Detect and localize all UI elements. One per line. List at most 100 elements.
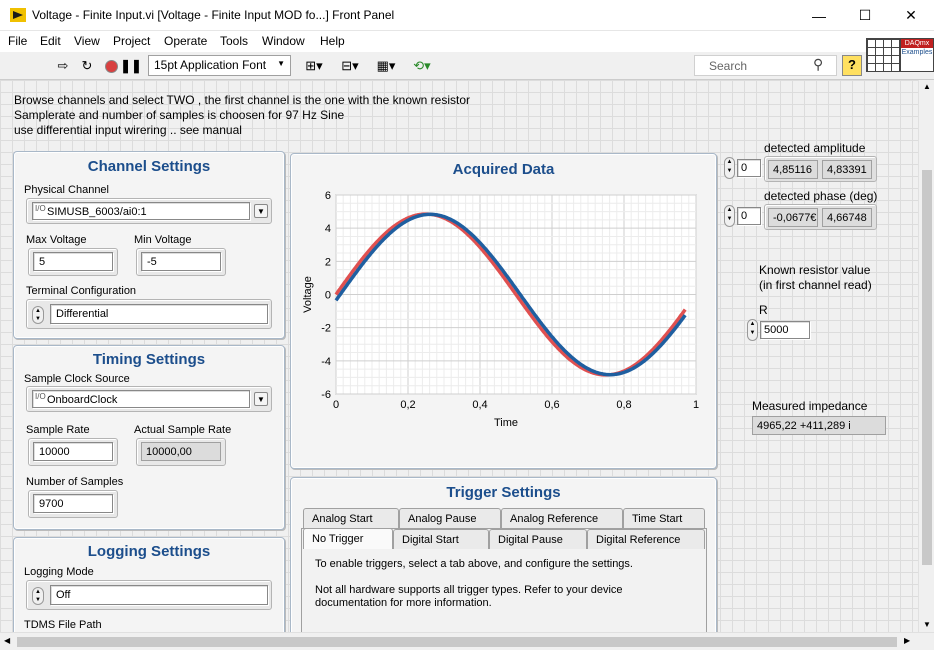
timing-settings-title: Timing Settings: [92, 351, 206, 368]
sample-rate-label: Sample Rate: [26, 424, 90, 436]
number-of-samples-label: Number of Samples: [26, 476, 124, 488]
y-tick-label: -6: [321, 389, 331, 401]
measured-impedance-label: Measured impedance: [752, 399, 868, 413]
scroll-right-icon[interactable]: ▶: [904, 636, 910, 645]
y-tick-label: -2: [321, 323, 331, 335]
menu-view[interactable]: View: [74, 34, 100, 48]
menu-edit[interactable]: Edit: [40, 34, 61, 48]
tab-no-trigger[interactable]: No Trigger: [303, 528, 393, 549]
sample-rate-input[interactable]: 10000: [33, 442, 113, 461]
resistor-r-label: R: [759, 303, 768, 317]
resize-objects-icon[interactable]: ▦▾: [372, 57, 400, 75]
vi-icon[interactable]: DAQmx Examples: [900, 38, 934, 72]
menu-help[interactable]: Help: [320, 34, 345, 48]
y-tick-label: 6: [325, 190, 331, 202]
logging-mode-stepper-icon[interactable]: ▲ ▼: [32, 587, 44, 605]
y-tick-label: 4: [325, 223, 331, 235]
connector-pane-icon[interactable]: [866, 38, 900, 72]
maximize-button[interactable]: ☐: [842, 0, 888, 31]
clock-source-input[interactable]: OnboardClock: [32, 390, 250, 408]
chart-svg: 6420-2-4-60 0,2 0,4 0,6 0,8 1TimeVoltage: [302, 190, 699, 429]
close-button[interactable]: ✕: [888, 0, 934, 31]
distribute-objects-icon[interactable]: ⊟▾: [336, 57, 364, 75]
tab-analog-pause[interactable]: Analog Pause: [399, 508, 501, 528]
horizontal-scroll-thumb[interactable]: [17, 637, 897, 647]
minimize-button[interactable]: —: [796, 0, 842, 31]
font-selector-value: 15pt Application Font: [154, 58, 267, 72]
clock-source-dropdown-icon[interactable]: ▼: [254, 392, 268, 406]
horizontal-scrollbar[interactable]: ◀ ▶: [0, 632, 934, 650]
menu-window[interactable]: Window: [262, 34, 305, 48]
font-selector[interactable]: 15pt Application Font ▼: [148, 55, 291, 76]
scroll-left-icon[interactable]: ◀: [4, 636, 10, 645]
reorder-icon[interactable]: ⟲▾: [408, 57, 436, 75]
min-voltage-input[interactable]: -5: [141, 252, 221, 271]
terminal-config-label: Terminal Configuration: [26, 285, 137, 297]
y-tick-label: -4: [321, 356, 331, 368]
amplitude-index-input[interactable]: 0: [737, 159, 761, 177]
pause-icon[interactable]: ❚❚: [120, 57, 142, 75]
logging-mode-select[interactable]: Off: [50, 585, 268, 605]
x-tick-label: 1: [693, 399, 699, 411]
align-objects-icon[interactable]: ⊞▾: [300, 57, 328, 75]
toolbar: ⇨ ↻ ❚❚ 15pt Application Font ▼ ⊞▾ ⊟▾ ▦▾ …: [0, 38, 934, 80]
phase-value-0: -0,0677€: [768, 208, 818, 227]
tab-digital-pause[interactable]: Digital Pause: [489, 529, 587, 549]
amplitude-value-1: 4,83391: [822, 160, 872, 179]
dropdown-arrow-icon: ▼: [277, 59, 285, 68]
channel-settings-title: Channel Settings: [87, 158, 211, 175]
scroll-up-icon[interactable]: ▲: [923, 82, 931, 91]
menu-tools[interactable]: Tools: [220, 34, 248, 48]
x-tick-label: 0,8: [616, 399, 631, 411]
terminal-config-select[interactable]: Differential: [50, 304, 268, 324]
y-tick-label: 2: [325, 256, 331, 268]
menu-project[interactable]: Project: [113, 34, 150, 48]
run-continuously-icon[interactable]: ↻: [78, 57, 96, 75]
resistor-value-input[interactable]: 5000: [760, 321, 810, 339]
vertical-scrollbar[interactable]: ▲ ▼: [918, 80, 934, 632]
search-icon[interactable]: ⚲: [813, 56, 823, 73]
x-tick-label: 0,6: [544, 399, 559, 411]
trigger-settings-title: Trigger Settings: [446, 484, 561, 501]
resistor-stepper-icon[interactable]: ▲ ▼: [747, 319, 758, 341]
timing-settings-cluster: Timing Settings Sample Clock Source Onbo…: [13, 345, 285, 530]
physical-channel-input[interactable]: SIMUSB_6003/ai0:1: [32, 202, 250, 220]
run-arrow-icon[interactable]: ⇨: [54, 57, 72, 75]
title-bar: Voltage - Finite Input.vi [Voltage - Fin…: [0, 0, 934, 31]
abort-icon[interactable]: [102, 57, 120, 75]
browse-dropdown-icon[interactable]: ▼: [254, 204, 268, 218]
scroll-down-icon[interactable]: ▼: [923, 620, 931, 629]
max-voltage-input[interactable]: 5: [33, 252, 113, 271]
sample-clock-source-label: Sample Clock Source: [24, 373, 130, 385]
x-tick-label: 0,2: [400, 399, 415, 411]
phase-index-input[interactable]: 0: [737, 207, 761, 225]
menu-bar: File Edit View Project Operate Tools Win…: [0, 31, 934, 52]
tab-analog-reference[interactable]: Analog Reference: [501, 508, 623, 528]
intro-line-1: Browse channels and select TWO , the fir…: [14, 93, 470, 107]
detected-phase-label: detected phase (deg): [764, 189, 878, 203]
phase-value-1: 4,66748: [822, 208, 872, 227]
logging-settings-title: Logging Settings: [87, 543, 211, 560]
menu-operate[interactable]: Operate: [164, 34, 207, 48]
tab-analog-start[interactable]: Analog Start: [303, 508, 399, 528]
trigger-info-text-2a: Not all hardware supports all trigger ty…: [315, 584, 623, 596]
menu-file[interactable]: File: [8, 34, 27, 48]
intro-line-3: use differential input wirering .. see m…: [14, 123, 242, 137]
trigger-info-text-2b: documentation for more information.: [315, 597, 492, 609]
max-voltage-label: Max Voltage: [26, 234, 87, 246]
vertical-scroll-thumb[interactable]: [922, 170, 932, 565]
logging-settings-cluster: Logging Settings Logging Mode ▲ ▼ Off TDM…: [13, 537, 285, 632]
phase-index-stepper-icon[interactable]: ▲ ▼: [724, 205, 735, 227]
x-tick-label: 0: [333, 399, 339, 411]
tab-digital-reference[interactable]: Digital Reference: [587, 529, 705, 549]
tab-time-start[interactable]: Time Start: [623, 508, 705, 528]
trigger-info-text-1: To enable triggers, select a tab above, …: [315, 558, 633, 570]
x-tick-label: 0,4: [472, 399, 487, 411]
tab-digital-start[interactable]: Digital Start: [393, 529, 489, 549]
number-of-samples-input[interactable]: 9700: [33, 494, 113, 513]
amplitude-index-stepper-icon[interactable]: ▲ ▼: [724, 157, 735, 179]
context-help-icon[interactable]: ?: [842, 55, 862, 76]
window-title: Voltage - Finite Input.vi [Voltage - Fin…: [32, 8, 395, 22]
physical-channel-label: Physical Channel: [24, 184, 109, 196]
terminal-config-stepper-icon[interactable]: ▲ ▼: [32, 306, 44, 324]
